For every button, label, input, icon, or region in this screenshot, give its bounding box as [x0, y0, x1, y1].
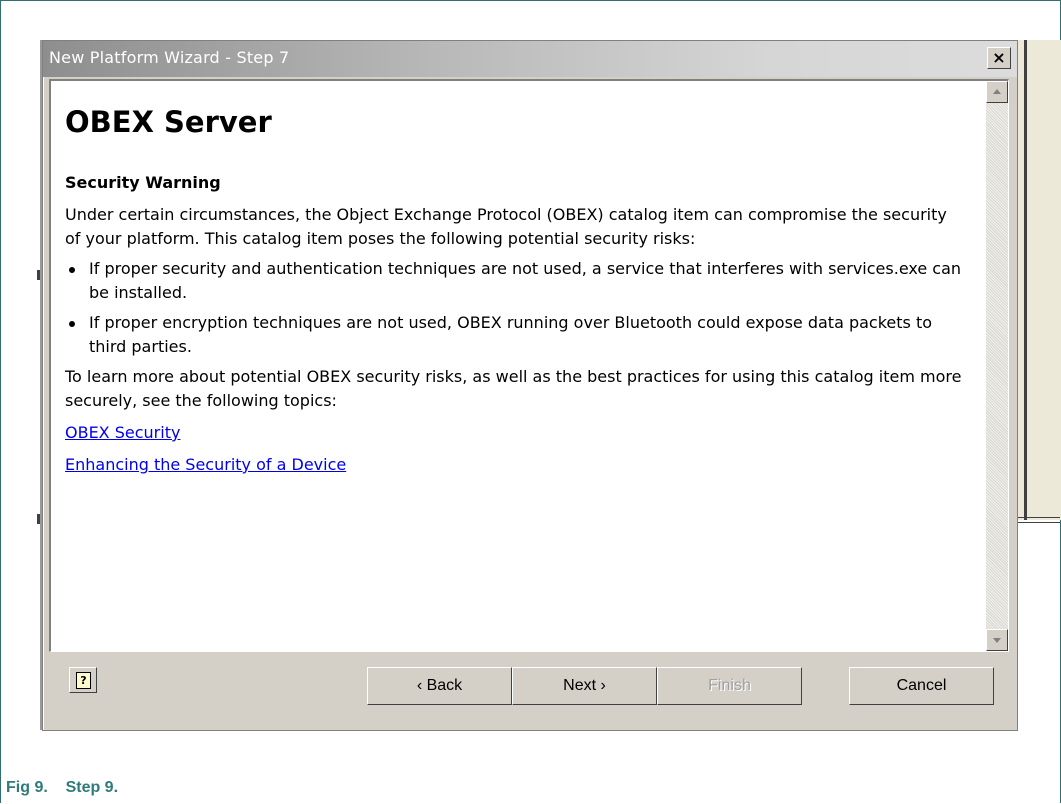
bullet-dot-icon [69, 267, 75, 273]
close-button[interactable]: × [987, 47, 1011, 69]
scroll-up-arrow-icon [993, 89, 1001, 94]
title-bar[interactable]: New Platform Wizard - Step 7 × [43, 41, 1017, 77]
intro-paragraph: Under certain circumstances, the Object … [65, 205, 947, 248]
scrollable-content[interactable]: OBEX Server Security Warning Under certa… [51, 81, 985, 651]
background-window-tick [37, 270, 40, 280]
list-item: If proper security and authentication te… [65, 257, 965, 305]
background-window-edge-right [1016, 40, 1061, 520]
wizard-dialog: New Platform Wizard - Step 7 × OBEX Serv… [42, 40, 1018, 731]
background-window-line [1016, 517, 1060, 518]
list-item-text: If proper security and authentication te… [89, 259, 962, 302]
cancel-button[interactable]: Cancel [849, 667, 994, 705]
close-icon: × [992, 48, 1006, 67]
risk-list: If proper security and authentication te… [65, 257, 965, 359]
outro-paragraph: To learn more about potential OBEX secur… [65, 367, 962, 410]
finish-button[interactable]: Finish [657, 667, 802, 705]
link-enhancing-security[interactable]: Enhancing the Security of a Device [65, 453, 985, 477]
background-window-tick [37, 514, 40, 524]
window-title: New Platform Wizard - Step 7 [49, 48, 290, 67]
background-window-border [1024, 40, 1027, 520]
vertical-scrollbar[interactable] [986, 81, 1008, 651]
content-panel: OBEX Server Security Warning Under certa… [49, 79, 1009, 652]
list-item: If proper encryption techniques are not … [65, 311, 965, 359]
help-icon: ? [76, 672, 91, 689]
back-button[interactable]: ‹ Back [367, 667, 512, 705]
bullet-dot-icon [69, 321, 75, 327]
scroll-down-arrow-icon [993, 638, 1001, 643]
page-title: OBEX Server [65, 105, 272, 139]
figure-caption: Fig 9. Step 9. [6, 779, 119, 796]
scroll-up-button[interactable] [986, 81, 1008, 103]
background-window-line [1016, 522, 1060, 523]
help-button[interactable]: ? [69, 667, 97, 693]
next-button[interactable]: Next › [512, 667, 657, 705]
scroll-down-button[interactable] [986, 629, 1008, 651]
link-obex-security[interactable]: OBEX Security [65, 421, 985, 445]
list-item-text: If proper encryption techniques are not … [89, 313, 933, 356]
section-heading: Security Warning [65, 173, 221, 192]
